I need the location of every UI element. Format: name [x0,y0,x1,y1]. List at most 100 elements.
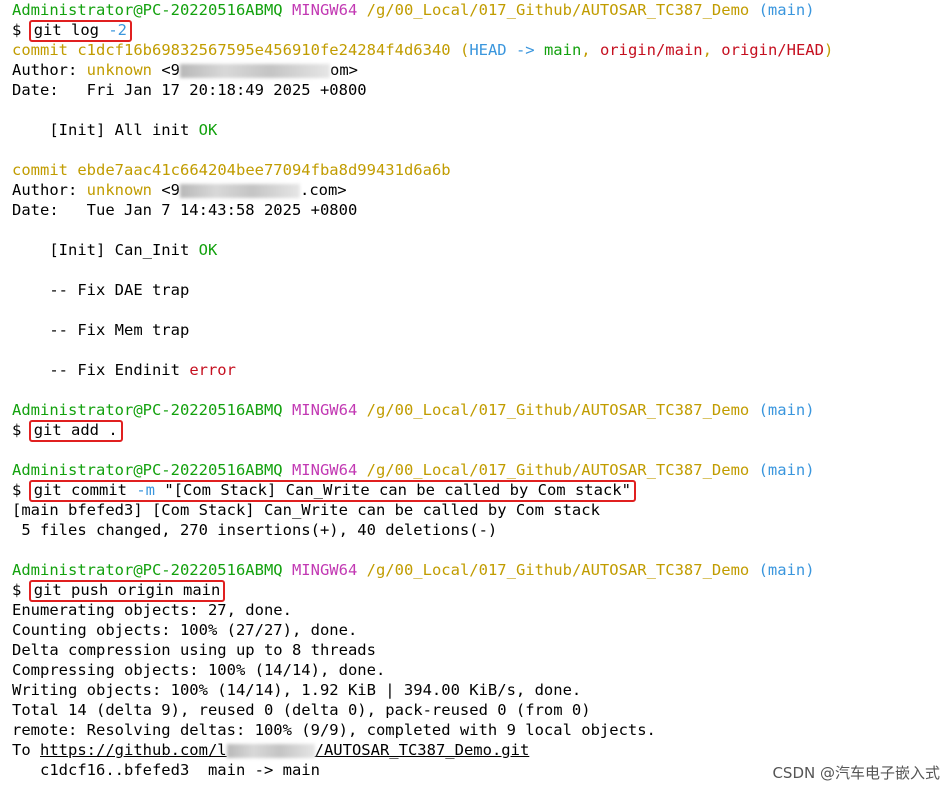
command-text: git commit [33,481,137,499]
commit-hash: c1dcf16b69832567595e456910fe24284f4d6340 [77,41,451,59]
command-git-log[interactable]: git log -2 [28,20,133,42]
email-start: <9 [151,61,180,79]
output-line: Delta compression using up to 8 threads [12,640,946,660]
prompt-path: /g/00_Local/017_Github/AUTOSAR_TC387_Dem… [366,1,750,19]
prompt-line: Administrator@PC-20220516ABMQ MINGW64 /g… [12,560,946,580]
date-line: Date: Fri Jan 17 20:18:49 2025 +0800 [12,80,946,100]
command-text: git log [33,21,109,39]
prompt-branch: (main) [758,1,815,19]
ref-origin-main: origin/main [599,41,703,59]
commit-message: [Init] All init OK [12,120,946,140]
redacted-username [226,743,315,758]
output-line: Compressing objects: 100% (14/14), done. [12,660,946,680]
command-line[interactable]: $ git log -2 [12,20,946,42]
csdn-watermark: CSDN @汽车电子嵌入式 [772,764,940,782]
prompt-system: MINGW64 [291,461,358,479]
prompt-path: /g/00_Local/017_Github/AUTOSAR_TC387_Dem… [366,401,750,419]
message-text: -- Fix DAE trap [12,281,190,299]
date-value: Fri Jan 17 20:18:49 2025 +0800 [86,81,367,99]
ref-main: main [543,41,582,59]
message-ok: OK [198,121,218,139]
url-end: /AUTOSAR_TC387_Demo.git [314,741,530,759]
command-git-push[interactable]: git push origin main [28,580,226,602]
output-text: Enumerating objects: 27, done. [12,601,292,619]
date-label: Date: [12,81,87,99]
message-text: -- Fix Mem trap [12,321,190,339]
command-line[interactable]: $ git add . [12,420,946,442]
output-text: c1dcf16..bfefed3 main -> main [12,761,320,779]
output-text: Compressing objects: 100% (14/14), done. [12,661,386,679]
output-text: Counting objects: 100% (27/27), done. [12,621,358,639]
author-label: Author: [12,181,87,199]
refs-sep: , [581,41,600,59]
commit-message: -- Fix DAE trap [12,280,946,300]
prompt-path: /g/00_Local/017_Github/AUTOSAR_TC387_Dem… [366,461,750,479]
commit-label: commit [12,41,68,59]
author-name: unknown [86,181,152,199]
prompt-dollar: $ [12,581,22,599]
prompt-system: MINGW64 [291,1,358,19]
email-end: om> [329,61,358,79]
command-argument: "[Com Stack] Can_Write can be called by … [155,481,631,499]
output-line: Total 14 (delta 9), reused 0 (delta 0), … [12,700,946,720]
message-text: -- Fix Endinit [12,361,190,379]
author-line: Author: unknown <9 om> [12,60,946,80]
remote-url-link[interactable]: https://github.com/l/AUTOSAR_TC387_Demo.… [40,741,529,759]
prompt-dollar: $ [12,421,22,439]
command-line[interactable]: $ git push origin main [12,580,946,602]
prompt-user-host: Administrator@PC-20220516ABMQ [12,561,283,579]
url-start: https://github.com/l [40,741,227,759]
commit-line: commit c1dcf16b69832567595e456910fe24284… [12,40,946,60]
output-line: 5 files changed, 270 insertions(+), 40 d… [12,520,946,540]
prompt-user-host: Administrator@PC-20220516ABMQ [12,1,283,19]
date-line: Date: Tue Jan 7 14:43:58 2025 +0800 [12,200,946,220]
redacted-email [179,63,330,78]
prompt-user-host: Administrator@PC-20220516ABMQ [12,461,283,479]
message-text: [Init] All init [12,121,199,139]
author-line: Author: unknown <9 .com> [12,180,946,200]
commit-line: commit ebde7aac41c664204bee77094fba8d994… [12,160,946,180]
command-line[interactable]: $ git commit -m "[Com Stack] Can_Write c… [12,480,946,502]
prompt-branch: (main) [758,561,815,579]
refs-close: ) [823,41,834,59]
output-text: To [12,741,40,759]
output-line: Counting objects: 100% (27/27), done. [12,620,946,640]
prompt-line: Administrator@PC-20220516ABMQ MINGW64 /g… [12,460,946,480]
prompt-path: /g/00_Local/017_Github/AUTOSAR_TC387_Dem… [366,561,750,579]
refs-sep: , [702,41,722,59]
message-text: [Init] Can_Init [12,241,199,259]
output-line: Enumerating objects: 27, done. [12,600,946,620]
date-label: Date: [12,201,87,219]
terminal[interactable]: Administrator@PC-20220516ABMQ MINGW64 /g… [12,0,946,780]
message-error: error [189,361,236,379]
output-line: Writing objects: 100% (14/14), 1.92 KiB … [12,680,946,700]
prompt-branch: (main) [758,461,815,479]
prompt-system: MINGW64 [291,561,358,579]
output-text: 5 files changed, 270 insertions(+), 40 d… [12,521,498,539]
command-git-commit[interactable]: git commit -m "[Com Stack] Can_Write can… [28,480,636,502]
redacted-email [179,183,300,198]
prompt-user-host: Administrator@PC-20220516ABMQ [12,401,283,419]
prompt-system: MINGW64 [291,401,358,419]
commit-message: -- Fix Endinit error [12,360,946,380]
output-line: To https://github.com/l/AUTOSAR_TC387_De… [12,740,946,760]
command-git-add[interactable]: git add . [28,420,123,442]
prompt-line: Administrator@PC-20220516ABMQ MINGW64 /g… [12,400,946,420]
commit-message: -- Fix Mem trap [12,320,946,340]
ref-origin-head: origin/HEAD [721,41,824,59]
prompt-dollar: $ [12,21,22,39]
message-ok: OK [198,241,218,259]
output-line: [main bfefed3] [Com Stack] Can_Write can… [12,500,946,520]
author-name: unknown [86,61,152,79]
command-flag: -2 [108,21,128,39]
commit-label: commit [12,161,68,179]
commit-message: [Init] Can_Init OK [12,240,946,260]
command-flag: -m [136,481,156,499]
command-text: git add . [33,421,118,439]
